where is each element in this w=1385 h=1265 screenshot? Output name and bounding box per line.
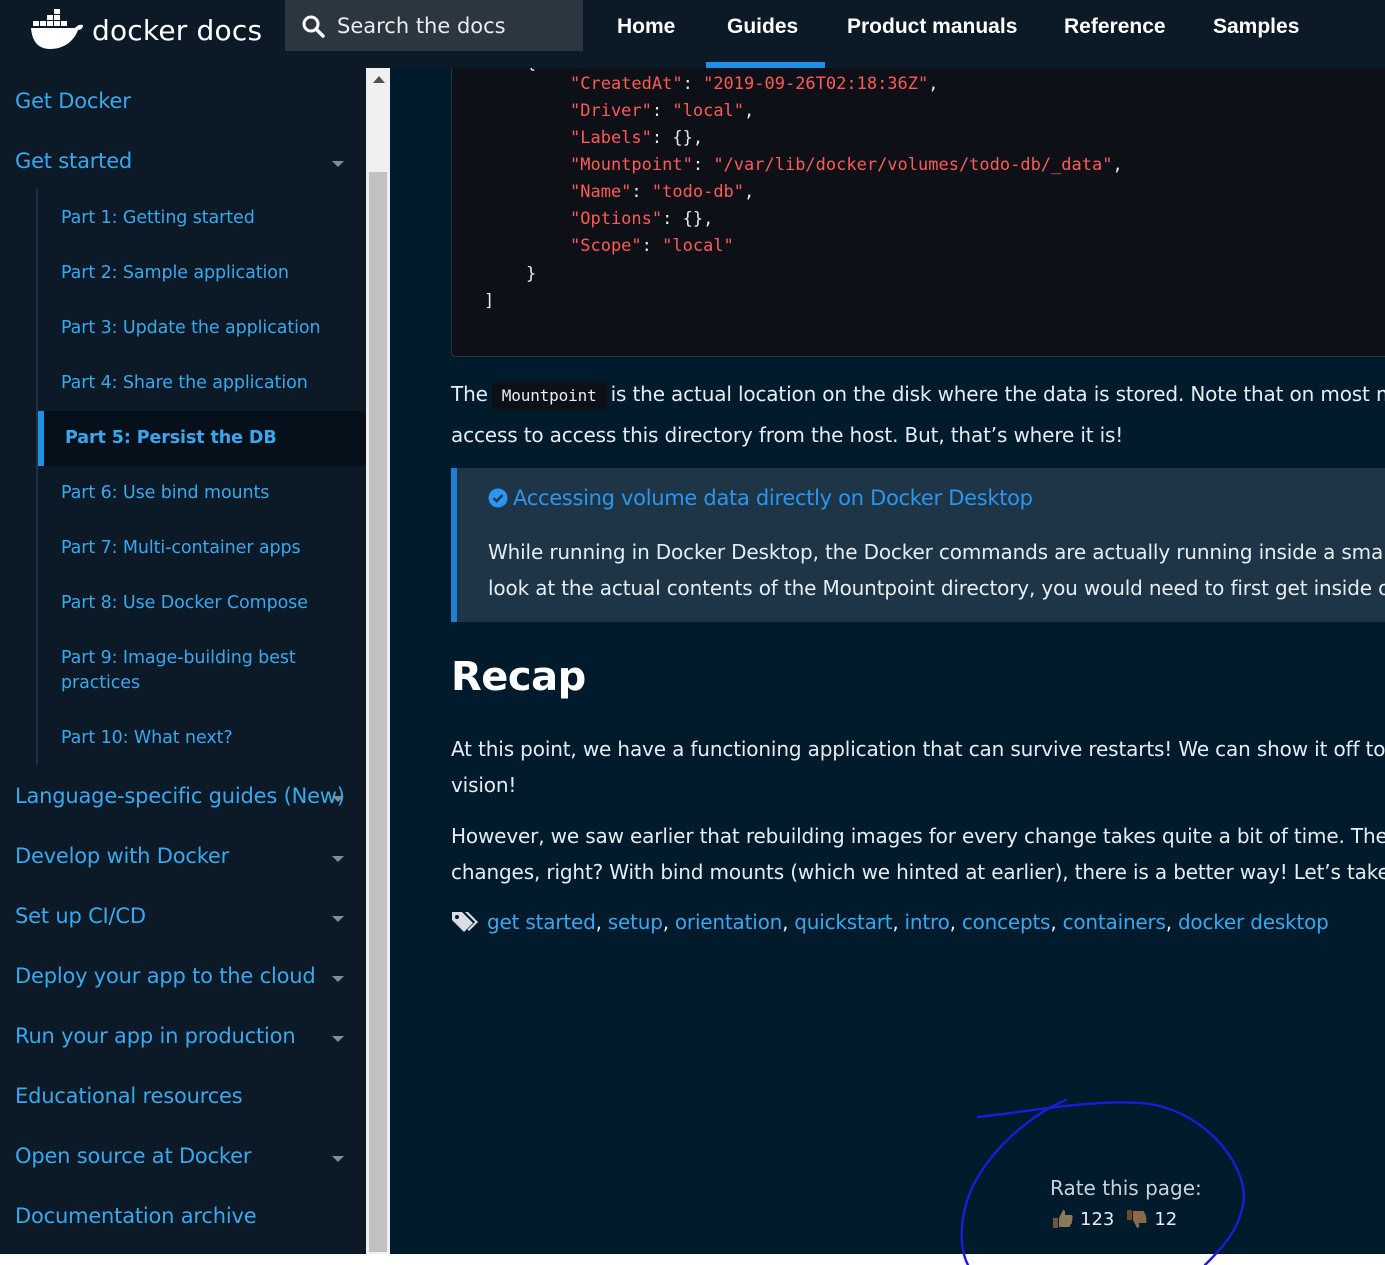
sidebar-item-part-7[interactable]: Part 7: Multi-container apps [61,536,351,561]
sidebar-item-part-1[interactable]: Part 1: Getting started [61,206,351,231]
sidebar-item-archive[interactable]: Documentation archive [15,1204,257,1228]
top-navigation: docker docs Search the docs Home Guides … [0,0,1385,68]
chevron-down-icon[interactable] [332,161,344,167]
docker-whale-icon [31,9,83,49]
thumbs-up-count: 123 [1080,1208,1115,1230]
code-open-brace: { [526,68,536,73]
recap-paragraph-2: However, we saw earlier that rebuilding … [451,824,1385,848]
tag-link[interactable]: docker desktop [1178,910,1329,934]
recap-paragraph-1-line2: vision! [451,773,517,797]
nav-guides[interactable]: Guides [727,0,798,56]
sidebar-item-part-4[interactable]: Part 4: Share the application [61,371,351,396]
tag-link[interactable]: orientation [675,910,782,934]
chevron-down-icon[interactable] [332,796,344,802]
nav-samples[interactable]: Samples [1213,0,1299,56]
thumbs-down-count: 12 [1154,1208,1178,1230]
search-icon [302,15,325,38]
code-line: "Options": {}, [570,209,714,229]
code-line: "Mountpoint": "/var/lib/docker/volumes/t… [570,155,1123,175]
sidebar-item-open-source[interactable]: Open source at Docker [15,1144,251,1168]
nav-home[interactable]: Home [617,0,675,56]
scroll-up-arrow-icon[interactable] [373,76,385,83]
check-circle-icon [488,488,508,508]
chevron-down-icon[interactable] [332,856,344,862]
chevron-down-icon[interactable] [332,1036,344,1042]
submenu-guide-line [36,189,38,765]
sidebar: Get Docker Get started Part 1: Getting s… [0,68,366,1254]
rate-page-label: Rate this page: [1050,1176,1202,1200]
docker-docs-logo[interactable]: docker docs [30,4,262,56]
sidebar-item-get-docker[interactable]: Get Docker [15,89,131,113]
code-block: { "CreatedAt": "2019-09-26T02:18:36Z", "… [451,68,1385,357]
sidebar-item-part-10[interactable]: Part 10: What next? [61,726,351,751]
sidebar-item-part-5-active[interactable]: Part 5: Persist the DB [65,426,355,451]
sidebar-item-deploy-cloud[interactable]: Deploy your app to the cloud [15,964,316,988]
callout-text-line2: look at the actual contents of the Mount… [488,576,1385,600]
sidebar-scrollbar[interactable] [366,68,390,1254]
code-line: "Name": "todo-db", [570,182,755,202]
callout-title: Accessing volume data directly on Docker… [488,486,1033,510]
scrollbar-thumb[interactable] [369,172,387,1252]
tag-link[interactable]: containers [1063,910,1166,934]
tag-link[interactable]: get started [487,910,596,934]
recap-paragraph-2-line2: changes, right? With bind mounts (which … [451,860,1385,884]
search-box[interactable]: Search the docs [285,0,583,51]
tag-link[interactable]: concepts [962,910,1051,934]
nav-reference[interactable]: Reference [1064,0,1166,56]
callout-text-line1: While running in Docker Desktop, the Doc… [488,540,1385,564]
main-content: { "CreatedAt": "2019-09-26T02:18:36Z", "… [390,68,1385,1254]
sidebar-item-get-started[interactable]: Get started [15,149,132,173]
chevron-down-icon[interactable] [332,1156,344,1162]
thumbs-down-icon[interactable] [1126,1208,1148,1230]
info-callout: Accessing volume data directly on Docker… [451,468,1385,622]
code-close-bracket: ] [484,291,495,311]
sidebar-item-language-guides[interactable]: Language-specific guides (New) [15,784,345,808]
code-line: "Driver": "local", [570,101,755,121]
inline-code: Mountpoint [491,382,607,410]
thumbs-up-icon[interactable] [1052,1208,1074,1230]
sidebar-item-part-2[interactable]: Part 2: Sample application [61,261,351,286]
recap-paragraph-1: At this point, we have a functioning app… [451,737,1385,761]
code-line: "Labels": {}, [570,128,704,148]
code-close-brace: } [526,264,537,284]
sidebar-item-ci-cd[interactable]: Set up CI/CD [15,904,146,928]
recap-heading: Recap [451,654,586,700]
mountpoint-paragraph: The Mountpoint is the actual location on t… [451,382,1385,410]
sidebar-item-develop[interactable]: Develop with Docker [15,844,229,868]
tags-icon [452,912,478,932]
sidebar-item-part-8[interactable]: Part 8: Use Docker Compose [61,591,351,616]
sidebar-item-part-6[interactable]: Part 6: Use bind mounts [61,481,351,506]
code-line: "Scope": "local" [570,236,734,256]
search-input[interactable]: Search the docs [337,14,506,38]
sidebar-item-part-3[interactable]: Part 3: Update the application [61,316,351,341]
sidebar-item-production[interactable]: Run your app in production [15,1024,296,1048]
sidebar-item-educational[interactable]: Educational resources [15,1084,243,1108]
code-line: "CreatedAt": "2019-09-26T02:18:36Z", [570,74,939,94]
tag-link[interactable]: setup [608,910,663,934]
logo-text: docker docs [92,13,263,47]
tag-link[interactable]: intro [905,910,950,934]
rating-controls: 123 12 [1052,1208,1177,1230]
sidebar-item-part-9[interactable]: Part 9: Image-building best practices [61,646,301,696]
tag-list: get started, setup, orientation, quickst… [451,910,1329,934]
nav-product-manuals[interactable]: Product manuals [847,0,1017,56]
chevron-down-icon[interactable] [332,916,344,922]
tag-link[interactable]: quickstart [794,910,892,934]
mountpoint-paragraph-line2: access to access this directory from the… [451,423,1124,447]
chevron-down-icon[interactable] [332,976,344,982]
active-item-indicator [38,411,44,466]
